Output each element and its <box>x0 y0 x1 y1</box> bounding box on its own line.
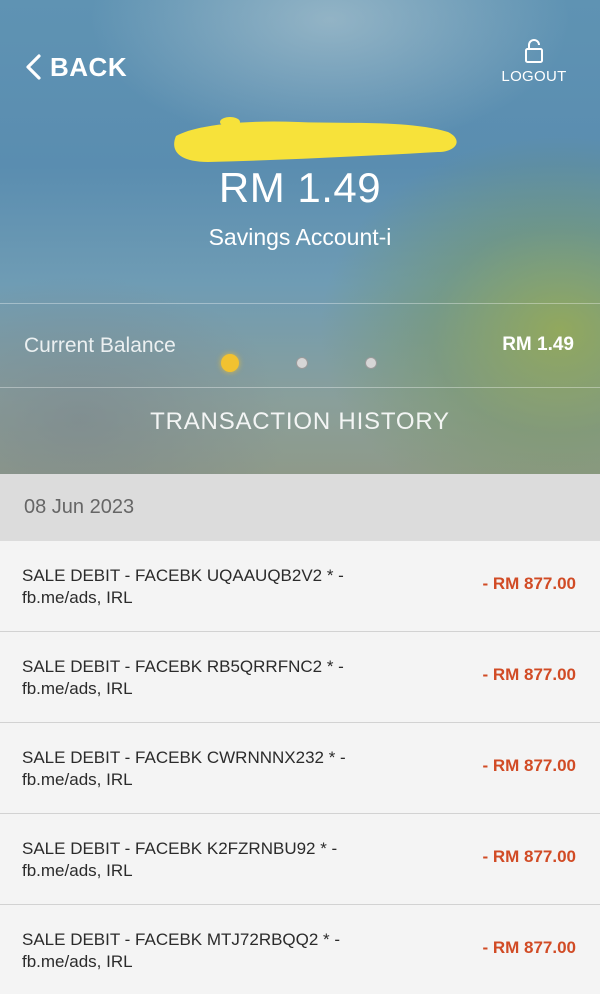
divider <box>0 387 600 388</box>
transaction-description: SALE DEBIT - FACEBK UQAAUQB2V2 * - fb.me… <box>22 565 422 609</box>
transaction-description: SALE DEBIT - FACEBK RB5QRRFNC2 * - fb.me… <box>22 656 422 700</box>
current-balance-value: RM 1.49 <box>502 334 574 355</box>
divider <box>0 303 600 304</box>
transaction-list: SALE DEBIT - FACEBK UQAAUQB2V2 * - fb.me… <box>0 541 600 994</box>
transaction-description-line1: SALE DEBIT - FACEBK UQAAUQB2V2 * - <box>22 566 344 585</box>
transaction-description-line1: SALE DEBIT - FACEBK RB5QRRFNC2 * - <box>22 657 344 676</box>
unlock-icon <box>525 39 543 63</box>
account-header: BACK LOGOUT RM 1.49 Savings Account-i Cu… <box>0 0 600 474</box>
transaction-description-line2: fb.me/ads, IRL <box>22 679 133 698</box>
transaction-amount: - RM 877.00 <box>482 574 576 593</box>
current-balance-label: Current Balance <box>24 334 176 357</box>
transaction-history-title: TRANSACTION HISTORY <box>150 408 450 435</box>
transaction-amount: - RM 877.00 <box>482 938 576 957</box>
transaction-description-line2: fb.me/ads, IRL <box>22 588 133 607</box>
transaction-description: SALE DEBIT - FACEBK MTJ72RBQQ2 * - fb.me… <box>22 929 422 973</box>
back-label: BACK <box>50 51 128 82</box>
pager-dot[interactable] <box>296 357 308 369</box>
transaction-description-line1: SALE DEBIT - FACEBK K2FZRNBU92 * - <box>22 839 338 858</box>
transaction-description-line2: fb.me/ads, IRL <box>22 770 133 789</box>
account-type: Savings Account-i <box>208 224 392 250</box>
transaction-description-line1: SALE DEBIT - FACEBK CWRNNNX232 * - <box>22 748 346 767</box>
transaction-description-line1: SALE DEBIT - FACEBK MTJ72RBQQ2 * - <box>22 930 341 949</box>
account-amount: RM 1.49 <box>218 164 382 211</box>
pager-dot-active[interactable] <box>221 354 239 372</box>
logout-button[interactable]: LOGOUT <box>496 38 572 90</box>
transaction-row[interactable]: SALE DEBIT - FACEBK K2FZRNBU92 * - fb.me… <box>0 814 600 905</box>
pager-dot[interactable] <box>365 357 377 369</box>
transaction-row[interactable]: SALE DEBIT - FACEBK UQAAUQB2V2 * - fb.me… <box>0 541 600 632</box>
transaction-row[interactable]: SALE DEBIT - FACEBK MTJ72RBQQ2 * - fb.me… <box>0 905 600 994</box>
transaction-row[interactable]: SALE DEBIT - FACEBK RB5QRRFNC2 * - fb.me… <box>0 632 600 723</box>
transaction-amount: - RM 877.00 <box>482 847 576 866</box>
transaction-description: SALE DEBIT - FACEBK K2FZRNBU92 * - fb.me… <box>22 838 422 882</box>
chevron-left-icon <box>26 54 41 80</box>
redaction-mark <box>174 117 457 162</box>
transaction-description-line2: fb.me/ads, IRL <box>22 861 133 880</box>
logout-label: LOGOUT <box>501 68 567 85</box>
date-group-header: 08 Jun 2023 <box>0 474 600 541</box>
transaction-amount: - RM 877.00 <box>482 756 576 775</box>
transaction-row[interactable]: SALE DEBIT - FACEBK CWRNNNX232 * - fb.me… <box>0 723 600 814</box>
transaction-amount: - RM 877.00 <box>482 665 576 684</box>
transaction-description-line2: fb.me/ads, IRL <box>22 952 133 971</box>
transaction-description: SALE DEBIT - FACEBK CWRNNNX232 * - fb.me… <box>22 747 422 791</box>
back-button[interactable]: BACK <box>24 50 127 84</box>
